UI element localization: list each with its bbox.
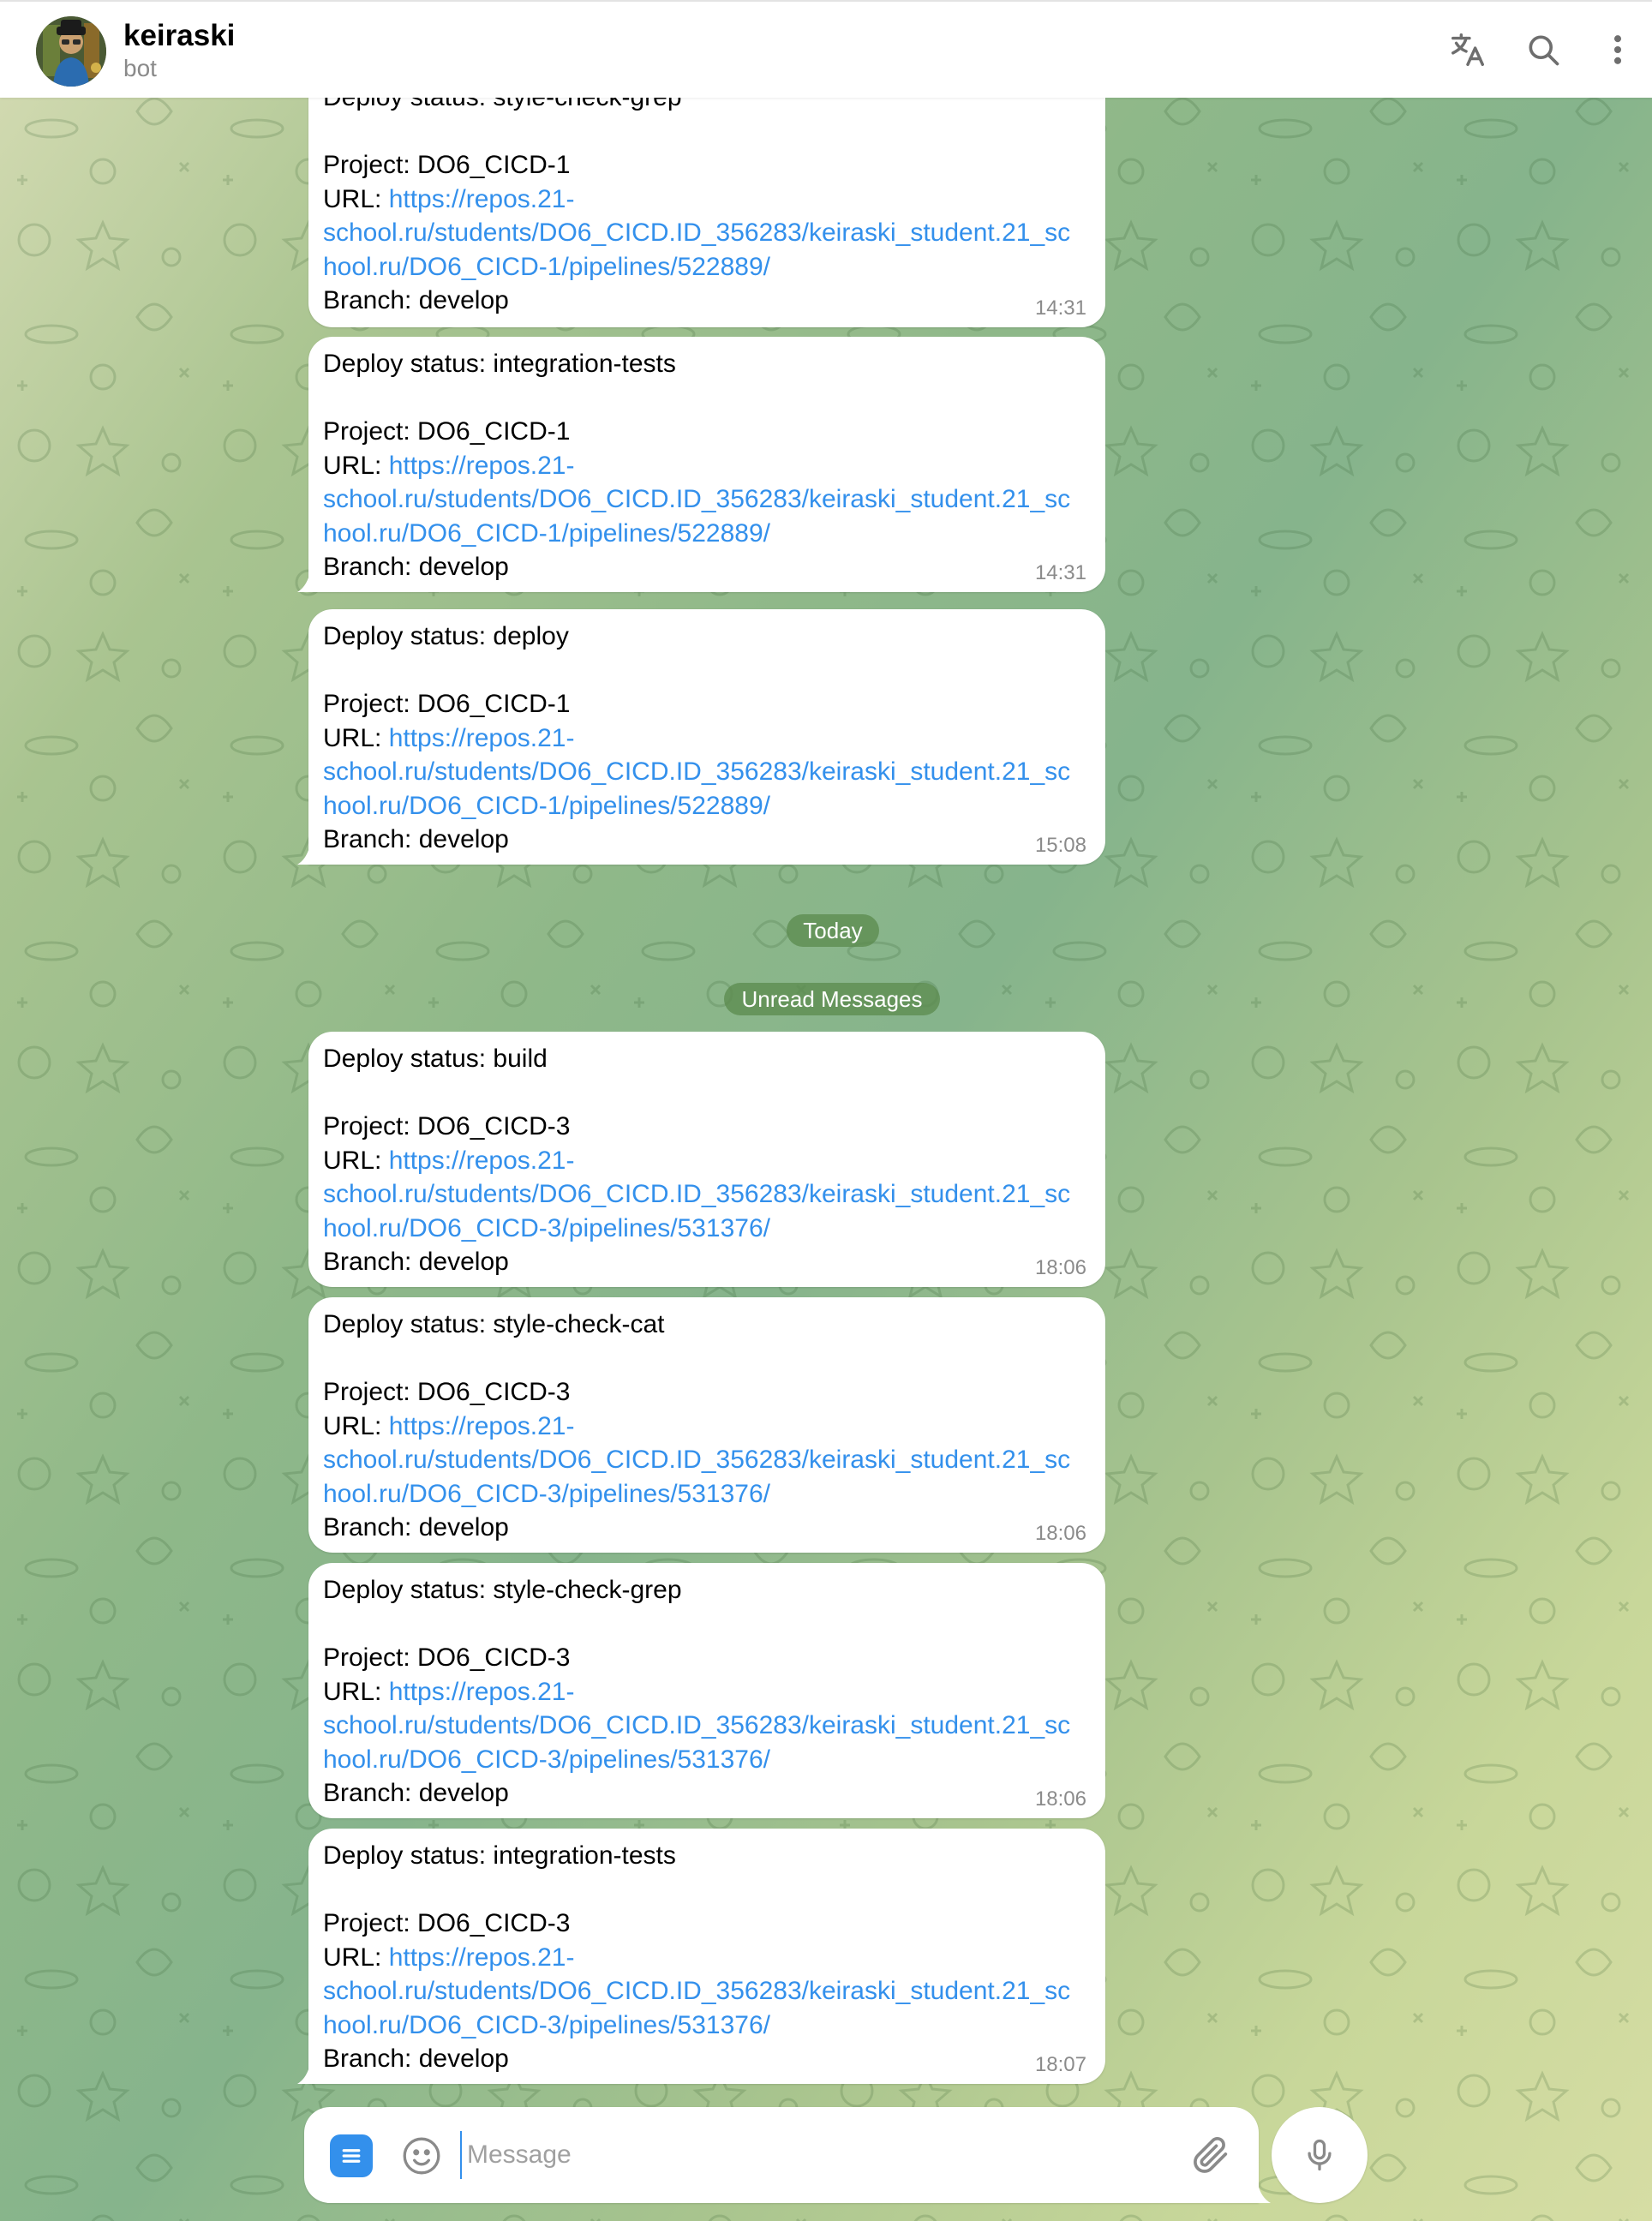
project-line: Project: DO6_CICD-1	[323, 690, 571, 718]
pipeline-link[interactable]: hool.ru/DO6_CICD-3/pipelines/531376/	[323, 1477, 1090, 1512]
bubble-tail	[297, 2067, 309, 2084]
translate-icon[interactable]	[1444, 26, 1492, 74]
project-line: Project: DO6_CICD-1	[323, 417, 571, 446]
pipeline-link[interactable]: hool.ru/DO6_CICD-1/pipelines/522889/	[323, 789, 1090, 823]
avatar-image	[36, 16, 106, 87]
pipeline-link[interactable]: school.ru/students/DO6_CICD.ID_356283/ke…	[323, 1974, 1090, 2008]
microphone-icon	[1308, 2139, 1332, 2171]
pipeline-link[interactable]: hool.ru/DO6_CICD-3/pipelines/531376/	[323, 2008, 1090, 2043]
bot-menu-button[interactable]	[330, 2134, 373, 2177]
emoji-icon[interactable]	[400, 2134, 443, 2177]
branch-line: Branch: develop	[323, 825, 509, 853]
composer-tail	[1258, 2184, 1271, 2203]
project-line: Project: DO6_CICD-1	[323, 151, 571, 179]
pipeline-link[interactable]: hool.ru/DO6_CICD-1/pipelines/522889/	[323, 250, 1090, 284]
branch-line: Branch: develop	[323, 1513, 509, 1542]
message-time: 18:06	[1034, 1522, 1086, 1545]
pipeline-link[interactable]: https://repos.21-	[389, 452, 575, 480]
branch-line: Branch: develop	[323, 286, 509, 314]
date-separator: Today	[787, 914, 879, 947]
url-label: URL:	[323, 1146, 389, 1175]
url-label: URL:	[323, 1943, 389, 1972]
deploy-status-line: Deploy status: deploy	[323, 622, 569, 650]
pipeline-link[interactable]: school.ru/students/DO6_CICD.ID_356283/ke…	[323, 1177, 1090, 1212]
message-bubble[interactable]: Deploy status: integration-tests Project…	[297, 337, 1105, 592]
project-line: Project: DO6_CICD-3	[323, 1378, 571, 1406]
message-bubble[interactable]: Deploy status: integration-tests Project…	[297, 1829, 1105, 2084]
pipeline-link[interactable]: school.ru/students/DO6_CICD.ID_356283/ke…	[323, 1709, 1090, 1743]
bot-menu-icon	[342, 2149, 361, 2163]
paperclip-icon[interactable]	[1188, 2133, 1233, 2177]
microphone-button[interactable]	[1272, 2107, 1368, 2203]
message-time: 18:06	[1034, 1256, 1086, 1279]
message-time: 15:08	[1034, 834, 1086, 857]
message-time: 14:31	[1034, 561, 1086, 584]
pipeline-link[interactable]: hool.ru/DO6_CICD-1/pipelines/522889/	[323, 517, 1090, 551]
message-bubble[interactable]: Deploy status: build Project: DO6_CICD-3…	[308, 1032, 1105, 1287]
branch-line: Branch: develop	[323, 2044, 509, 2073]
branch-line: Branch: develop	[323, 553, 509, 581]
pipeline-link[interactable]: school.ru/students/DO6_CICD.ID_356283/ke…	[323, 216, 1090, 250]
message-bubble[interactable]: Deploy status: style-check-grep Project:…	[308, 1563, 1105, 1818]
bubble-tail	[297, 847, 309, 865]
unread-messages-separator: Unread Messages	[724, 983, 940, 1015]
message-time: 18:07	[1034, 2053, 1086, 2076]
message-input[interactable]	[460, 2131, 1050, 2179]
more-vertical-icon[interactable]	[1595, 26, 1640, 74]
pipeline-link[interactable]: https://repos.21-	[389, 1146, 575, 1175]
project-line: Project: DO6_CICD-3	[323, 1909, 571, 1937]
deploy-status-line: Deploy status: build	[323, 1045, 548, 1073]
bubble-tail	[297, 575, 309, 592]
pipeline-link[interactable]: hool.ru/DO6_CICD-3/pipelines/531376/	[323, 1743, 1090, 1777]
message-time: 18:06	[1034, 1787, 1086, 1811]
chat-title: keiraski	[123, 19, 236, 52]
branch-line: Branch: develop	[323, 1248, 509, 1276]
project-line: Project: DO6_CICD-3	[323, 1643, 571, 1672]
url-label: URL:	[323, 184, 389, 213]
url-label: URL:	[323, 723, 389, 752]
pipeline-link[interactable]: hool.ru/DO6_CICD-3/pipelines/531376/	[323, 1212, 1090, 1246]
url-label: URL:	[323, 451, 389, 480]
deploy-status-line: Deploy status: style-check-cat	[323, 1310, 665, 1338]
pipeline-link[interactable]: school.ru/students/DO6_CICD.ID_356283/ke…	[323, 1443, 1090, 1477]
message-bubble[interactable]: Deploy status: style-check-cat Project: …	[308, 1297, 1105, 1553]
pipeline-link[interactable]: https://repos.21-	[389, 185, 575, 213]
message-composer	[304, 2107, 1271, 2203]
message-time: 14:31	[1034, 296, 1086, 320]
message-list[interactable]: Deploy status: style-check-grep Project:…	[0, 0, 1652, 2221]
message-bubble[interactable]: Deploy status: style-check-grep Project:…	[308, 70, 1105, 327]
pipeline-link[interactable]: school.ru/students/DO6_CICD.ID_356283/ke…	[323, 755, 1090, 789]
project-line: Project: DO6_CICD-3	[323, 1112, 571, 1140]
search-icon[interactable]	[1519, 26, 1567, 74]
deploy-status-line: Deploy status: style-check-grep	[323, 1576, 682, 1604]
pipeline-link[interactable]: https://repos.21-	[389, 1678, 575, 1706]
pipeline-link[interactable]: school.ru/students/DO6_CICD.ID_356283/ke…	[323, 482, 1090, 517]
url-label: URL:	[323, 1677, 389, 1706]
message-bubble[interactable]: Deploy status: deploy Project: DO6_CICD-…	[297, 609, 1105, 865]
chat-header: keiraski bot	[0, 0, 1652, 98]
pipeline-link[interactable]: https://repos.21-	[389, 1412, 575, 1440]
deploy-status-line: Deploy status: integration-tests	[323, 350, 676, 378]
pipeline-link[interactable]: https://repos.21-	[389, 1943, 575, 1972]
avatar[interactable]	[36, 16, 106, 87]
deploy-status-line: Deploy status: integration-tests	[323, 1841, 676, 1870]
chat-subtitle: bot	[123, 55, 157, 81]
branch-line: Branch: develop	[323, 1779, 509, 1807]
pipeline-link[interactable]: https://repos.21-	[389, 724, 575, 752]
url-label: URL:	[323, 1411, 389, 1440]
